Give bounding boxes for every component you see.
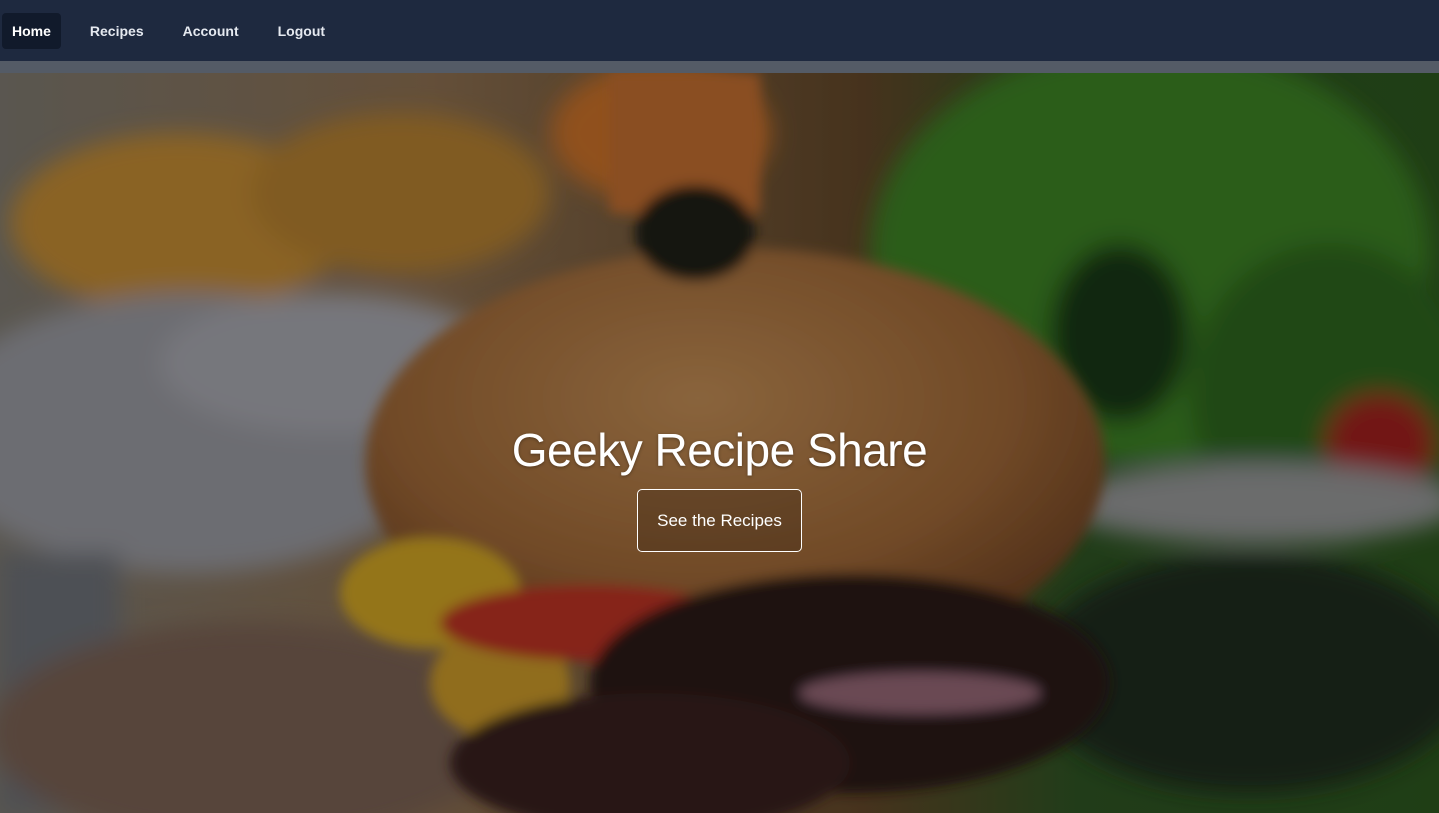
nav-account[interactable]: Account: [173, 13, 249, 49]
nav-recipes[interactable]: Recipes: [80, 13, 154, 49]
hero-content: Geeky Recipe Share See the Recipes: [0, 418, 1439, 552]
navbar-divider: [0, 61, 1439, 73]
nav-logout[interactable]: Logout: [268, 13, 335, 49]
top-navbar: Home Recipes Account Logout: [0, 0, 1439, 61]
nav-home[interactable]: Home: [2, 12, 61, 49]
hero-title: Geeky Recipe Share: [511, 424, 928, 476]
hero-section: Geeky Recipe Share See the Recipes: [0, 73, 1439, 813]
see-recipes-button[interactable]: See the Recipes: [637, 489, 802, 552]
